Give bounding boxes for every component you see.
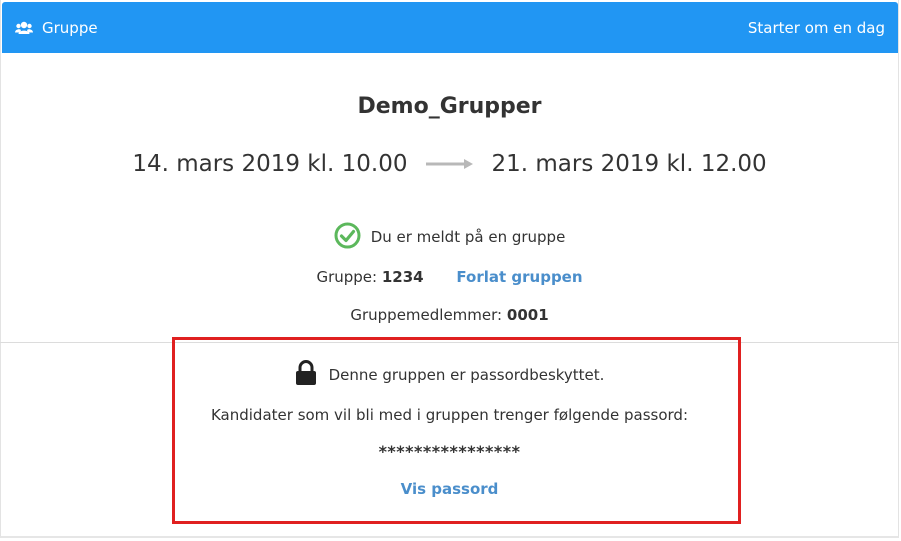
users-icon xyxy=(15,21,33,35)
header-status: Starter om en dag xyxy=(747,18,885,37)
members-value: 0001 xyxy=(506,306,549,324)
show-password-row: Vis passord xyxy=(0,480,899,498)
password-protected-row: Denne gruppen er passordbeskyttet. xyxy=(0,360,899,390)
header-title: Gruppe xyxy=(42,18,98,37)
protected-text: Denne gruppen er passordbeskyttet. xyxy=(328,366,605,384)
check-circle-icon xyxy=(334,222,371,253)
group-number: 1234 xyxy=(381,268,424,286)
header-bar: Gruppe Starter om en dag xyxy=(2,2,898,53)
end-date: 21. mars 2019 kl. 12.00 xyxy=(491,151,767,177)
status-text: Du er meldt på en gruppe xyxy=(370,228,566,246)
start-date: 14. mars 2019 kl. 10.00 xyxy=(132,151,408,177)
members-label: Gruppemedlemmer: xyxy=(350,306,503,324)
password-info: Kandidater som vil bli med i gruppen tre… xyxy=(210,406,689,424)
event-dates: 14. mars 2019 kl. 10.00 21. mars 2019 kl… xyxy=(0,148,899,180)
event-title: Demo_Grupper xyxy=(357,94,542,119)
group-info: Gruppe: 1234 Forlat gruppen xyxy=(0,268,899,286)
show-password-link[interactable]: Vis passord xyxy=(401,480,499,498)
arrow-right-icon xyxy=(425,158,474,170)
leave-group-link[interactable]: Forlat gruppen xyxy=(456,268,582,286)
masked-password: **************** xyxy=(378,442,521,461)
group-members: Gruppemedlemmer: 0001 xyxy=(0,306,899,324)
group-label: Gruppe: xyxy=(316,268,378,286)
lock-icon xyxy=(295,360,329,390)
header-left: Gruppe xyxy=(15,2,98,53)
registration-status: Du er meldt på en gruppe xyxy=(0,222,899,253)
